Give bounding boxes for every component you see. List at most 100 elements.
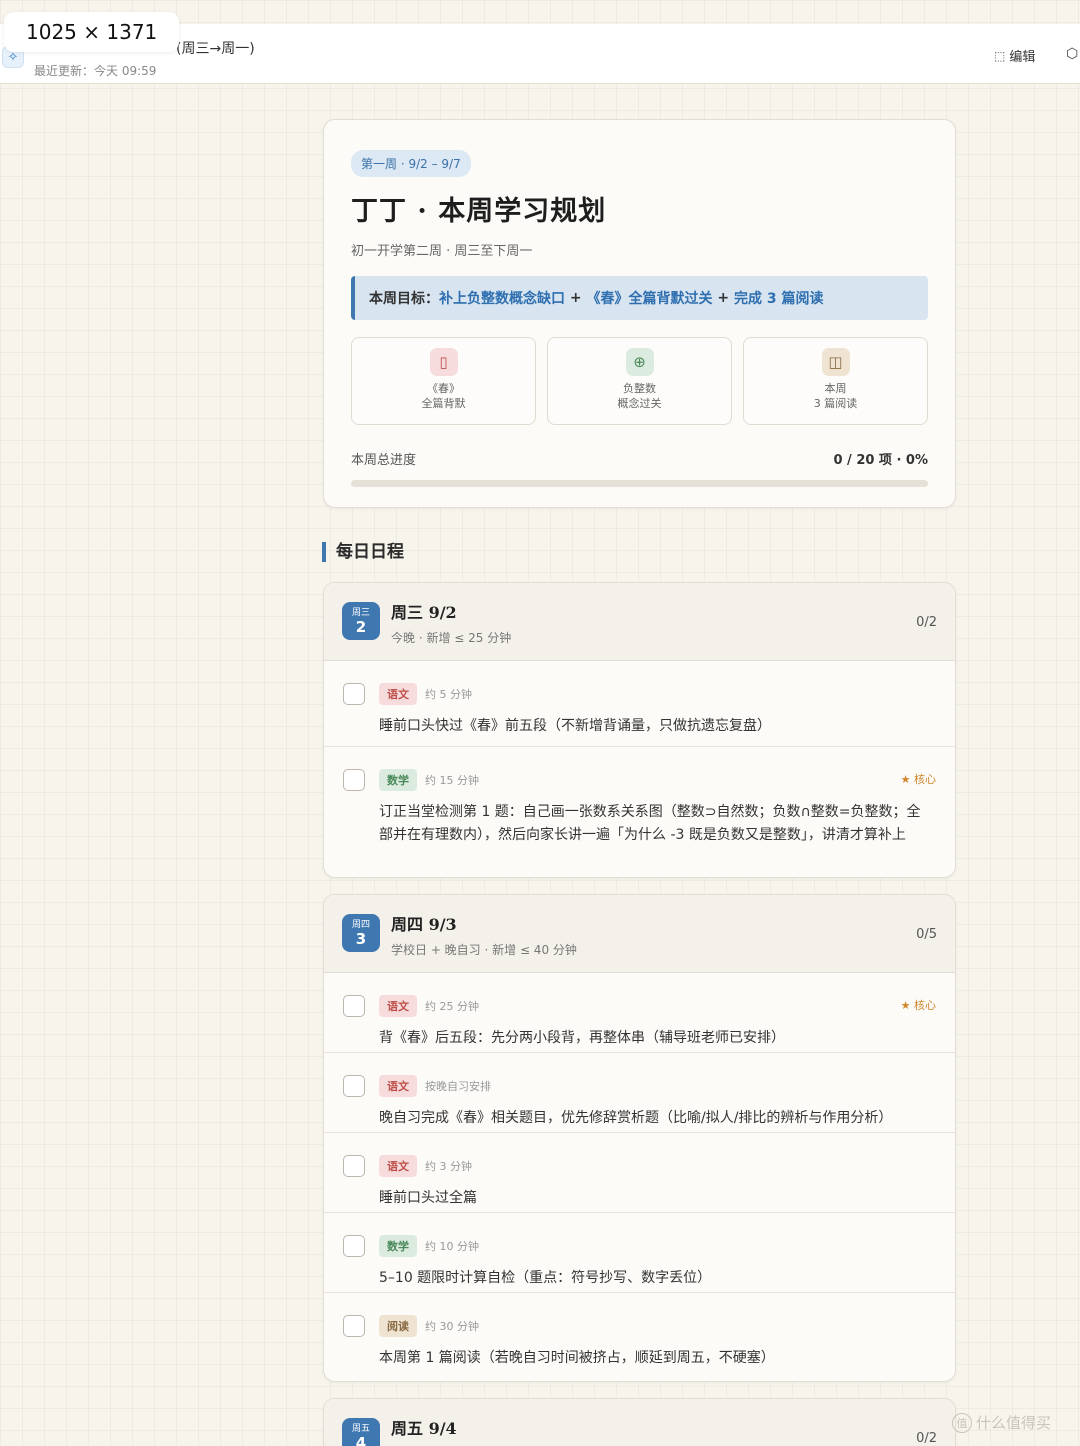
metric-card-reading: ◫ 本周 3 篇阅读 bbox=[743, 337, 928, 425]
day-header[interactable]: 周三 2 周三 9/2 今晚 · 新增 ≤ 25 分钟 0/2 bbox=[324, 583, 955, 661]
open-book-icon: ◫ bbox=[821, 348, 850, 376]
task-duration: 约 30 分钟 bbox=[425, 1320, 479, 1333]
day-badge-num: 3 bbox=[355, 929, 367, 948]
task-item: 数学 约 10 分钟 5–10 题限时计算自检（重点：符号抄写、数字丢位） bbox=[324, 1213, 955, 1293]
cube-icon[interactable]: ⬡ bbox=[1066, 46, 1078, 62]
page-subtitle: 初一开学第二周 · 周三至下周一 bbox=[351, 244, 533, 259]
document-title: (周三→周一) bbox=[176, 41, 255, 57]
task-meta: 语文 约 3 分钟 bbox=[379, 1155, 472, 1177]
task-duration: 约 5 分钟 bbox=[425, 688, 472, 701]
metric-line1: 《春》 bbox=[427, 382, 460, 395]
progress-label: 本周总进度 bbox=[351, 453, 417, 468]
day-card-thu: 周四 3 周四 9/3 学校日 + 晚自习 · 新增 ≤ 40 分钟 0/5 语… bbox=[323, 894, 956, 1382]
goal-item-2: 《春》全篇背默过关 bbox=[586, 291, 713, 307]
subject-tag: 阅读 bbox=[379, 1315, 417, 1337]
task-checkbox[interactable] bbox=[343, 1075, 365, 1097]
task-text: 背《春》后五段：先分两小段背，再整体串（辅导班老师已安排） bbox=[379, 1030, 785, 1046]
subject-tag: 语文 bbox=[379, 1075, 417, 1097]
edit-button[interactable]: ⬚ 编辑 bbox=[994, 46, 1036, 66]
task-text: 本周第 1 篇阅读（若晚自习时间被挤占，顺延到周五，不硬塞） bbox=[379, 1350, 775, 1366]
edit-label: 编辑 bbox=[1009, 50, 1036, 65]
progress-value: 0 / 20 项 · 0% bbox=[833, 453, 928, 468]
week-summary-card: 第一周 · 9/2 – 9/7 丁丁 · 本周学习规划 初一开学第二周 · 周三… bbox=[323, 119, 956, 508]
target-icon: ⊕ bbox=[625, 348, 654, 376]
task-duration: 约 3 分钟 bbox=[425, 1160, 472, 1173]
task-meta: 数学 约 15 分钟 bbox=[379, 769, 479, 791]
task-meta: 数学 约 10 分钟 bbox=[379, 1235, 479, 1257]
watermark-text: 什么值得买 bbox=[976, 1414, 1052, 1432]
day-badge-week: 周五 bbox=[351, 1423, 370, 1434]
day-title: 周四 9/3 bbox=[391, 915, 457, 934]
metric-line1: 负整数 bbox=[623, 382, 656, 395]
day-badge-num: 4 bbox=[355, 1433, 367, 1446]
goal-prefix: 本周目标： bbox=[369, 291, 439, 307]
core-badge: ★ 核心 bbox=[900, 999, 936, 1012]
metric-line2: 全篇背默 bbox=[421, 397, 466, 410]
last-updated: 最近更新：今天 09:59 bbox=[34, 64, 157, 78]
core-badge: ★ 核心 bbox=[900, 773, 936, 786]
day-header[interactable]: 周五 4 周五 9/4 0/2 bbox=[324, 1399, 955, 1446]
task-duration: 约 25 分钟 bbox=[425, 1000, 479, 1013]
day-subtitle: 学校日 + 晚自习 · 新增 ≤ 40 分钟 bbox=[391, 943, 577, 957]
task-text: 睡前口头过全篇 bbox=[379, 1190, 477, 1206]
progress-bar bbox=[351, 480, 928, 487]
book-icon: ▯ bbox=[429, 348, 458, 376]
day-badge-week: 周三 bbox=[351, 607, 370, 618]
task-item: 语文 按晚自习安排 晚自习完成《春》相关题目，优先修辞赏析题（比喻/拟人/排比的… bbox=[324, 1053, 955, 1133]
metric-card-recite: ▯ 《春》 全篇背默 bbox=[351, 337, 536, 425]
task-checkbox[interactable] bbox=[343, 683, 365, 705]
task-checkbox[interactable] bbox=[343, 1235, 365, 1257]
dimension-overlay: 1025 × 1371 bbox=[4, 12, 180, 52]
task-text: 晚自习完成《春》相关题目，优先修辞赏析题（比喻/拟人/排比的辨析与作用分析） bbox=[379, 1110, 893, 1126]
metric-line2: 概念过关 bbox=[617, 397, 662, 410]
progress-row: 本周总进度 0 / 20 项 · 0% bbox=[351, 449, 928, 468]
watermark-logo-icon: 值 bbox=[952, 1412, 972, 1433]
subject-tag: 数学 bbox=[379, 769, 417, 791]
task-meta: 语文 约 25 分钟 bbox=[379, 995, 479, 1017]
task-duration: 约 10 分钟 bbox=[425, 1240, 479, 1253]
task-item: 语文 约 3 分钟 睡前口头过全篇 bbox=[324, 1133, 955, 1213]
task-meta: 阅读 约 30 分钟 bbox=[379, 1315, 479, 1337]
task-duration: 约 15 分钟 bbox=[425, 774, 479, 787]
subject-tag: 语文 bbox=[379, 995, 417, 1017]
task-item: 数学 约 15 分钟 ★ 核心 订正当堂检测第 1 题：自己画一张数系关系图（整… bbox=[324, 747, 955, 877]
metric-line1: 本周 bbox=[824, 382, 847, 395]
day-card-fri: 周五 4 周五 9/4 0/2 bbox=[323, 1398, 956, 1446]
section-title: 每日日程 bbox=[322, 542, 404, 562]
weekly-goal: 本周目标： 补上负整数概念缺口 + 《春》全篇背默过关 + 完成 3 篇阅读 bbox=[351, 276, 928, 320]
task-duration: 按晚自习安排 bbox=[425, 1080, 491, 1093]
task-text: 5–10 题限时计算自检（重点：符号抄写、数字丢位） bbox=[379, 1270, 712, 1286]
day-badge: 周五 4 bbox=[342, 1418, 380, 1446]
goal-sep-1: + bbox=[565, 290, 587, 306]
goal-item-1: 补上负整数概念缺口 bbox=[439, 291, 565, 307]
day-badge: 周三 2 bbox=[342, 602, 380, 640]
goal-metrics: ▯ 《春》 全篇背默 ⊕ 负整数 概念过关 ◫ 本周 3 篇阅读 bbox=[351, 337, 928, 425]
watermark: 值 什么值得买 bbox=[952, 1412, 1051, 1433]
edit-icon: ⬚ bbox=[994, 48, 1006, 63]
task-item: 语文 约 25 分钟 ★ 核心 背《春》后五段：先分两小段背，再整体串（辅导班老… bbox=[324, 973, 955, 1053]
metric-line2: 3 篇阅读 bbox=[813, 397, 858, 410]
task-item: 阅读 约 30 分钟 本周第 1 篇阅读（若晚自习时间被挤占，顺延到周五，不硬塞… bbox=[324, 1293, 955, 1379]
day-title: 周五 9/4 bbox=[391, 1419, 457, 1438]
day-count: 0/5 bbox=[916, 927, 937, 942]
goal-sep-2: + bbox=[712, 290, 734, 306]
day-badge: 周四 3 bbox=[342, 914, 380, 952]
day-card-wed: 周三 2 周三 9/2 今晚 · 新增 ≤ 25 分钟 0/2 语文 约 5 分… bbox=[323, 582, 956, 878]
task-meta: 语文 按晚自习安排 bbox=[379, 1075, 491, 1097]
day-badge-week: 周四 bbox=[351, 919, 370, 930]
day-title: 周三 9/2 bbox=[391, 603, 457, 622]
task-checkbox[interactable] bbox=[343, 769, 365, 791]
subject-tag: 语文 bbox=[379, 683, 417, 705]
task-meta: 语文 约 5 分钟 bbox=[379, 683, 472, 705]
week-pill: 第一周 · 9/2 – 9/7 bbox=[351, 150, 471, 177]
day-subtitle: 今晚 · 新增 ≤ 25 分钟 bbox=[391, 631, 512, 645]
task-checkbox[interactable] bbox=[343, 995, 365, 1017]
day-count: 0/2 bbox=[916, 615, 937, 630]
day-header[interactable]: 周四 3 周四 9/3 学校日 + 晚自习 · 新增 ≤ 40 分钟 0/5 bbox=[324, 895, 955, 973]
task-text: 订正当堂检测第 1 题：自己画一张数系关系图（整数⊃自然数；负数∩整数=负整数；… bbox=[379, 804, 921, 843]
task-checkbox[interactable] bbox=[343, 1315, 365, 1337]
task-item: 语文 约 5 分钟 睡前口头快过《春》前五段（不新增背诵量，只做抗遗忘复盘） bbox=[324, 661, 955, 747]
task-checkbox[interactable] bbox=[343, 1155, 365, 1177]
subject-tag: 语文 bbox=[379, 1155, 417, 1177]
day-count: 0/2 bbox=[916, 1431, 937, 1446]
